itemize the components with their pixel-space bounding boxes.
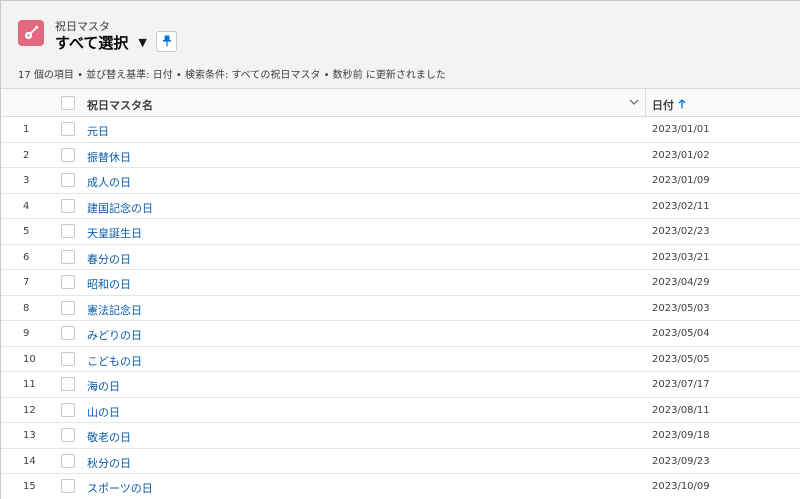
row-name-link[interactable]: 昭和の日 [87,276,131,292]
row-checkbox[interactable] [61,326,75,340]
row-name-link[interactable]: 成人の日 [87,174,131,190]
row-name-link[interactable]: 春分の日 [87,251,131,267]
sort-ascending-icon [678,98,686,112]
list-view-title: すべて選択 [55,34,129,52]
column-header-date: 日付 [652,99,674,112]
list-info-line: 17 個の項目 • 並び替え基準: 日付 • 検索条件: すべての祝日マスタ •… [18,70,446,81]
row-checkbox[interactable] [61,147,75,162]
row-date: 2023/02/11 [652,200,710,212]
row-date: 2023/04/29 [652,277,710,288]
table-row: 8 憲法記念日 2023/05/03 [1,296,800,321]
list-view-header: 祝日マスタ すべて選択 ▼ 17 個の項目 • 並び替え基準: 日付 • 検索条… [1,1,800,89]
table-row: 12 山の日 2023/08/11 [1,398,800,423]
row-name-link[interactable]: 憲法記念日 [87,302,142,318]
table-row: 15 スポーツの日 2023/10/09 [1,474,800,499]
row-number: 1 [23,124,30,135]
chevron-down-icon: ▼ [138,36,147,49]
row-name-link[interactable]: 振替休日 [87,149,131,165]
row-name-link[interactable]: 天皇誕生日 [87,225,142,241]
row-number: 9 [23,328,30,339]
table-row: 13 敬老の日 2023/09/18 [1,423,800,449]
pin-button[interactable] [156,31,177,52]
select-all-checkbox[interactable] [61,96,75,110]
row-checkbox[interactable] [61,377,75,391]
row-number: 6 [23,251,30,263]
row-number: 8 [23,302,30,314]
row-checkbox[interactable] [61,479,75,493]
row-name-link[interactable]: 建国記念の日 [87,200,153,216]
row-date: 2023/01/01 [652,124,710,135]
row-number: 3 [23,175,30,186]
row-date: 2023/10/09 [652,481,710,492]
row-date: 2023/09/18 [652,430,710,441]
row-date: 2023/05/03 [652,302,710,314]
pin-icon [162,32,172,51]
row-checkbox[interactable] [61,198,75,213]
row-number: 12 [23,404,36,416]
row-name-link[interactable]: 海の日 [87,378,120,394]
table-row: 11 海の日 2023/07/17 [1,372,800,398]
table-row: 5 天皇誕生日 2023/02/23 [1,219,800,245]
row-date: 2023/01/02 [652,149,710,161]
column-header-name[interactable]: 祝日マスタ名 [87,97,153,113]
row-number: 15 [23,481,36,492]
guitar-icon [18,20,44,46]
row-checkbox[interactable] [61,224,75,238]
table-row: 14 秋分の日 2023/09/23 [1,449,800,474]
row-name-link[interactable]: スポーツの日 [87,480,153,496]
row-checkbox[interactable] [61,402,75,417]
table-row: 3 成人の日 2023/01/09 [1,168,800,194]
list-view-selector[interactable]: すべて選択 ▼ [55,32,147,53]
row-checkbox[interactable] [61,453,75,468]
row-number: 11 [23,379,36,390]
row-number: 13 [23,430,36,441]
row-name-link[interactable]: 秋分の日 [87,455,131,471]
row-checkbox[interactable] [61,122,75,136]
row-date: 2023/07/17 [652,379,710,390]
row-name-link[interactable]: 敬老の日 [87,429,131,445]
row-checkbox[interactable] [61,351,75,366]
row-checkbox[interactable] [61,249,75,264]
row-date: 2023/08/11 [652,404,710,416]
row-number: 5 [23,226,30,237]
row-number: 10 [23,353,36,365]
row-name-link[interactable]: 元日 [87,123,109,139]
row-date: 2023/09/23 [652,455,710,467]
table-row: 10 こどもの日 2023/05/05 [1,347,800,372]
column-header-date-wrap[interactable]: 日付 [652,97,686,113]
row-date: 2023/03/21 [652,251,710,263]
row-name-link[interactable]: こどもの日 [87,353,142,369]
table-row: 1 元日 2023/01/01 [1,117,800,143]
row-number: 2 [23,149,30,161]
row-date: 2023/01/09 [652,175,710,186]
table-row: 7 昭和の日 2023/04/29 [1,270,800,296]
row-date: 2023/05/04 [652,328,710,339]
row-number: 4 [23,200,30,212]
row-checkbox[interactable] [61,275,75,289]
row-date: 2023/05/05 [652,353,710,365]
table-row: 2 振替休日 2023/01/02 [1,143,800,168]
table-body: 1 元日 2023/01/01 2 振替休日 2023/01/02 3 成人の日… [1,117,800,499]
table-header: 祝日マスタ名 日付 [1,89,800,117]
row-number: 7 [23,277,30,288]
column-actions-chevron-icon[interactable] [627,95,641,109]
row-date: 2023/02/23 [652,226,710,237]
row-checkbox[interactable] [61,173,75,187]
row-checkbox[interactable] [61,300,75,315]
row-checkbox[interactable] [61,428,75,442]
table-row: 9 みどりの日 2023/05/04 [1,321,800,347]
table-row: 6 春分の日 2023/03/21 [1,245,800,270]
table-row: 4 建国記念の日 2023/02/11 [1,194,800,219]
row-number: 14 [23,455,36,467]
row-name-link[interactable]: 山の日 [87,404,120,420]
row-name-link[interactable]: みどりの日 [87,327,142,343]
column-divider[interactable] [645,89,646,117]
list-view-panel: 祝日マスタ すべて選択 ▼ 17 個の項目 • 並び替え基準: 日付 • 検索条… [0,0,800,499]
